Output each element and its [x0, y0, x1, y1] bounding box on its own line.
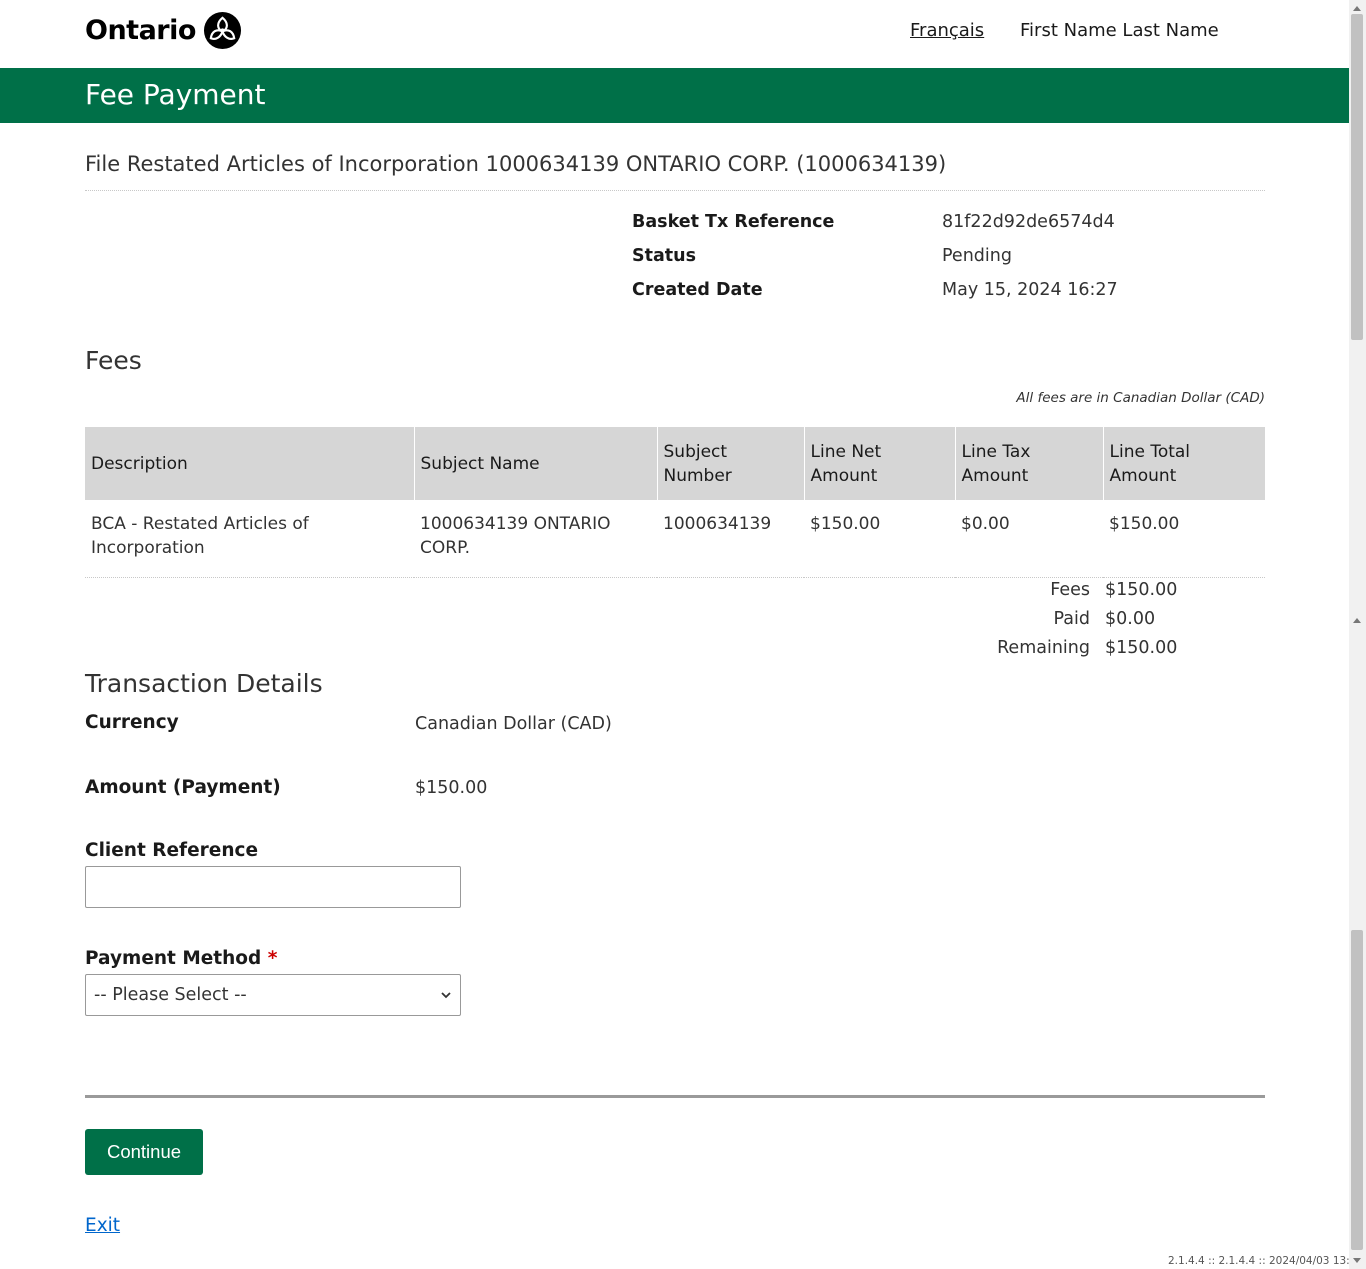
cell-line-net-amount: $150.00: [804, 500, 955, 578]
payment-method-label-text: Payment Method: [85, 948, 262, 969]
divider: [85, 190, 1265, 191]
amount-value: $150.00: [415, 778, 488, 798]
payment-method-select[interactable]: -- Please Select --: [85, 974, 461, 1016]
total-row-paid: Paid $0.00: [985, 609, 1265, 638]
language-toggle-link[interactable]: Français: [910, 20, 984, 41]
amount-label: Amount (Payment): [85, 777, 281, 798]
currency-note: All fees are in Canadian Dollar (CAD): [1016, 390, 1265, 406]
fees-table: Description Subject Name Subject Number …: [85, 427, 1265, 578]
fee-totals: Fees $150.00 Paid $0.00 Remaining $150.0…: [985, 580, 1265, 667]
required-marker: *: [267, 948, 278, 969]
page-title: Fee Payment: [85, 78, 266, 111]
fees-heading: Fees: [85, 346, 142, 375]
vertical-scrollbar[interactable]: [1349, 0, 1366, 1269]
currency-label: Currency: [85, 712, 179, 733]
scrollbar-thumb[interactable]: [1351, 14, 1363, 340]
total-value: $0.00: [1105, 609, 1156, 629]
summary-row: Status Pending: [632, 246, 1272, 280]
summary-row: Basket Tx Reference 81f22d92de6574d4: [632, 212, 1272, 246]
table-header-row: Description Subject Name Subject Number …: [85, 427, 1265, 500]
client-reference-label: Client Reference: [85, 840, 259, 861]
cell-subject-number: 1000634139: [657, 500, 804, 578]
column-header-line-net-amount: Line Net Amount: [803, 427, 955, 500]
column-header-subject-name: Subject Name: [413, 427, 657, 500]
column-header-line-tax-amount: Line Tax Amount: [954, 427, 1103, 500]
basket-summary: Basket Tx Reference 81f22d92de6574d4 Sta…: [632, 212, 1272, 314]
page: Ontario Français First Name Last Name Fe…: [0, 0, 1349, 1269]
summary-row: Created Date May 15, 2024 16:27: [632, 280, 1272, 314]
total-label: Remaining: [997, 638, 1090, 658]
column-header-subject-number: Subject Number: [656, 427, 804, 500]
chevron-down-icon: [441, 992, 451, 999]
summary-value: 81f22d92de6574d4: [942, 212, 1115, 232]
filing-title: File Restated Articles of Incorporation …: [85, 152, 947, 176]
version-text: 2.1.4.4 :: 2.1.4.4 :: 2024/04/03 13:50: [1168, 1255, 1349, 1267]
total-row-fees: Fees $150.00: [985, 580, 1265, 609]
scrollbar-thumb-secondary[interactable]: [1351, 930, 1363, 1250]
currency-value: Canadian Dollar (CAD): [415, 714, 612, 734]
table-row: BCA - Restated Articles of Incorporation…: [85, 500, 1265, 578]
summary-label: Basket Tx Reference: [632, 212, 835, 232]
exit-link[interactable]: Exit: [85, 1215, 120, 1236]
scroll-down-arrow-icon[interactable]: [1353, 1258, 1361, 1263]
total-label: Paid: [1053, 609, 1090, 629]
cell-description: BCA - Restated Articles of Incorporation: [85, 500, 414, 578]
ontario-logo[interactable]: Ontario: [85, 10, 242, 50]
cell-line-tax-amount: $0.00: [955, 500, 1103, 578]
logo-wordmark: Ontario: [85, 14, 196, 46]
summary-label: Status: [632, 246, 697, 266]
scroll-up-arrow-icon[interactable]: [1353, 6, 1361, 11]
client-reference-input[interactable]: [85, 866, 461, 908]
cell-line-total-amount: $150.00: [1103, 500, 1265, 578]
transaction-details-heading: Transaction Details: [85, 669, 323, 698]
summary-value: Pending: [942, 246, 1012, 266]
payment-method-selected: -- Please Select --: [94, 985, 247, 1005]
payment-method-label: Payment Method *: [85, 948, 277, 969]
cell-subject-name: 1000634139 ONTARIO CORP.: [414, 500, 657, 578]
column-header-description: Description: [85, 427, 414, 500]
total-row-remaining: Remaining $150.00: [985, 638, 1265, 667]
total-value: $150.00: [1105, 638, 1178, 658]
top-header: Ontario Français First Name Last Name: [0, 0, 1349, 68]
total-value: $150.00: [1105, 580, 1178, 600]
column-header-line-total-amount: Line Total Amount: [1102, 427, 1265, 500]
scroll-marker-icon: [1353, 618, 1361, 623]
continue-button[interactable]: Continue: [85, 1129, 203, 1175]
user-name: First Name Last Name: [1020, 20, 1219, 41]
total-label: Fees: [1050, 580, 1090, 600]
trillium-icon: [203, 11, 241, 49]
summary-label: Created Date: [632, 280, 763, 300]
section-divider: [85, 1095, 1265, 1098]
summary-value: May 15, 2024 16:27: [942, 280, 1118, 300]
